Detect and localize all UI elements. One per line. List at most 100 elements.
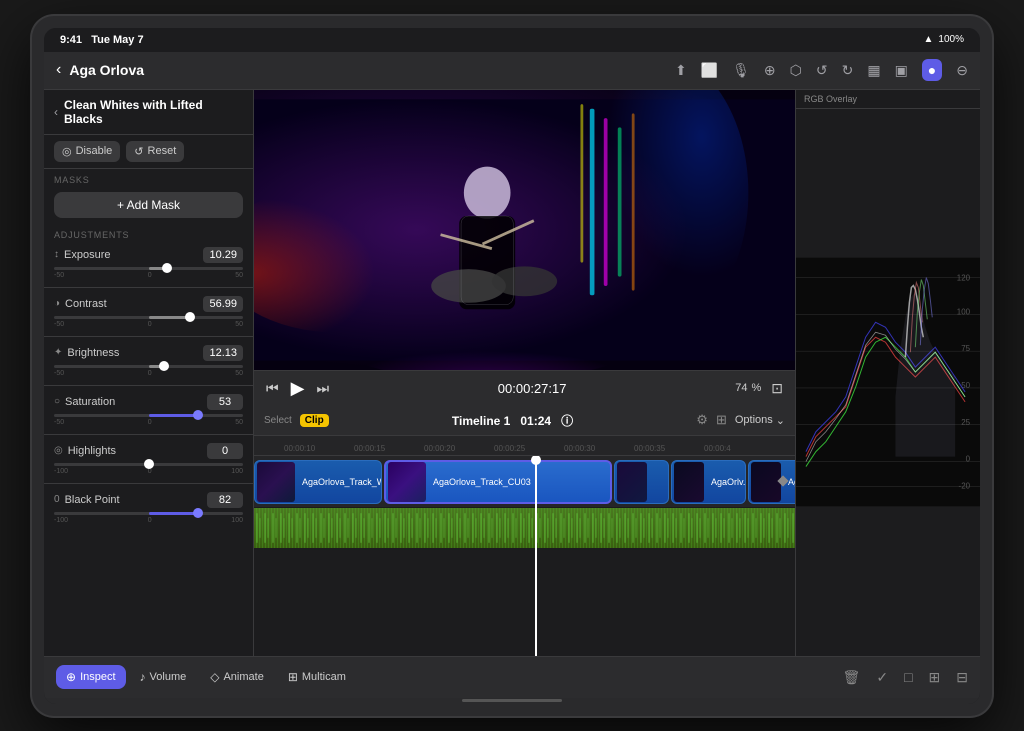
brightness-adjustment: ✦ Brightness 12.13 -50050 (44, 341, 253, 381)
timecode-display: 00:00:27:17 (341, 381, 723, 396)
highlights-label: ◎ Highlights (54, 445, 116, 457)
video-scene (254, 90, 795, 370)
add-mask-button[interactable]: + Add Mask (54, 192, 243, 218)
masks-section-label: MASKS (44, 169, 253, 188)
tab-inspect[interactable]: ⊕ Inspect (56, 665, 126, 689)
disable-button[interactable]: ◎ Disable (54, 141, 120, 162)
main-content: ‹ Clean Whites with Lifted Blacks ◎ Disa… (44, 90, 980, 656)
clip-4-label: AgaOrlv... (706, 475, 745, 489)
split-icon[interactable]: ⊞ (929, 669, 941, 686)
highlights-adjustment: ◎ Highlights 0 -1000100 (44, 439, 253, 479)
timeline-info-icon[interactable]: ⓘ (561, 414, 573, 428)
svg-text:25: 25 (961, 417, 970, 426)
disable-label: Disable (76, 145, 113, 157)
left-panel: ‹ Clean Whites with Lifted Blacks ◎ Disa… (44, 90, 254, 656)
status-icons: ▲ 100% (924, 34, 964, 45)
highlights-value[interactable]: 0 (207, 443, 243, 459)
title-bar: ‹ Aga Orlova ⬆ ⬜ 🎙 ⊕ ⬡ ↺ ↻ ▦ ▣ ● ⊖ (44, 52, 980, 90)
adjustments-section-label: ADJUSTMENTS (44, 224, 253, 243)
redo-icon[interactable]: ↻ (842, 62, 854, 79)
svg-text:0: 0 (966, 454, 971, 463)
reset-label: Reset (148, 145, 177, 157)
effect-title: Clean Whites with Lifted Blacks (64, 98, 243, 126)
ruler-mark-2: 00:00:15 (354, 444, 385, 453)
delete-icon[interactable]: 🗑 (843, 669, 861, 686)
ruler-mark-7: 00:00:4 (704, 444, 731, 453)
select-label: Select (264, 415, 292, 426)
inspect-icon: ⊕ (66, 670, 76, 684)
playhead[interactable] (535, 456, 537, 656)
checkmark-icon[interactable]: ✓ (876, 669, 888, 686)
chevron-down-icon: ⌄ (776, 414, 785, 427)
mic-icon[interactable]: 🎙 (732, 62, 750, 79)
brightness-slider[interactable] (54, 365, 243, 368)
forward-button[interactable]: ⏭ (316, 380, 329, 397)
brightness-icon: ✦ (54, 347, 62, 358)
transport-bar: ⏮ ▶ ⏭ 00:00:27:17 74 % ⊡ (254, 370, 795, 406)
options-button[interactable]: Options ⌄ (735, 414, 785, 427)
ruler-mark-6: 00:00:35 (634, 444, 665, 453)
ruler-mark-1: 00:00:10 (284, 444, 315, 453)
aspect-ratio-icon[interactable]: ⊡ (771, 380, 783, 397)
back-button[interactable]: ‹ (56, 61, 61, 79)
contrast-value[interactable]: 56.99 (203, 296, 243, 312)
saturation-value[interactable]: 53 (207, 394, 243, 410)
rewind-button[interactable]: ⏮ (266, 380, 279, 397)
saturation-slider[interactable] (54, 414, 243, 417)
upload-icon[interactable]: ⬆ (675, 62, 687, 79)
svg-text:-20: -20 (959, 481, 971, 490)
zoom-control: 74 % ⊡ (735, 380, 783, 397)
animate-label: Animate (223, 671, 263, 683)
status-bar: 9:41 Tue May 7 ▲ 100% (44, 28, 980, 52)
reset-button[interactable]: ↺ Reset (126, 141, 184, 162)
undo-icon[interactable]: ↺ (816, 62, 828, 79)
saturation-adjustment: ○ Saturation 53 -50050 (44, 390, 253, 430)
more-icon[interactable]: ⊖ (956, 62, 968, 79)
status-time: 9:41 Tue May 7 (60, 34, 144, 46)
highlights-slider[interactable] (54, 463, 243, 466)
exposure-slider[interactable] (54, 267, 243, 270)
image-icon[interactable]: ▣ (895, 62, 908, 79)
black-point-value[interactable]: 82 (207, 492, 243, 508)
contrast-label: ◑ Contrast (54, 298, 107, 310)
trim-icon[interactable]: ⊟ (956, 669, 968, 686)
svg-text:100: 100 (957, 307, 971, 316)
tab-multicam[interactable]: ⊞ Multicam (278, 665, 356, 689)
black-point-label: 0 Black Point (54, 494, 120, 506)
timeline-settings-icon[interactable]: ⚙ (696, 412, 708, 428)
timeline-view-icon[interactable]: ⊞ (716, 412, 727, 428)
exposure-adjustment: ↕ Exposure 10.29 -50050 (44, 243, 253, 283)
camera-icon[interactable]: ⬜ (701, 62, 718, 79)
play-button[interactable]: ▶ (291, 378, 305, 399)
photo-icon[interactable]: ▦ (867, 62, 880, 79)
audio-track (254, 508, 795, 548)
eye-icon: ◎ (62, 145, 72, 158)
ruler-mark-3: 00:00:20 (424, 444, 455, 453)
contrast-icon: ◑ (54, 298, 60, 309)
panel-back-icon[interactable]: ‹ (54, 105, 58, 119)
contrast-slider[interactable] (54, 316, 243, 319)
tab-volume[interactable]: ♪ Volume (130, 665, 197, 689)
video-clip-3[interactable] (614, 460, 669, 504)
panel-header: ‹ Clean Whites with Lifted Blacks (44, 90, 253, 135)
home-bar (462, 699, 562, 702)
share-icon[interactable]: ⬡ (790, 62, 802, 79)
exposure-value[interactable]: 10.29 (203, 247, 243, 263)
video-scene-svg (254, 90, 795, 370)
video-clip-4[interactable]: AgaOrlv... (671, 460, 746, 504)
exposure-label: ↕ Exposure (54, 249, 110, 261)
black-point-slider[interactable] (54, 512, 243, 515)
brightness-value[interactable]: 12.13 (203, 345, 243, 361)
tab-animate[interactable]: ◇ Animate (200, 665, 274, 689)
video-clip-2[interactable]: AgaOrlova_Track_CU03 (384, 460, 612, 504)
multicam-label: Multicam (302, 671, 346, 683)
pin-icon[interactable]: ⊕ (764, 62, 776, 79)
audio-waveform-svg (254, 508, 795, 548)
crop-icon[interactable]: □ (904, 669, 912, 685)
active-tool-icon[interactable]: ● (922, 59, 942, 81)
video-clip-1[interactable]: AgaOrlova_Track_Wide01 (254, 460, 382, 504)
zoom-value: 74 (735, 382, 747, 394)
animate-icon: ◇ (210, 670, 219, 684)
home-indicator (44, 698, 980, 704)
timeline-actions: ⚙ ⊞ Options ⌄ (696, 412, 785, 428)
